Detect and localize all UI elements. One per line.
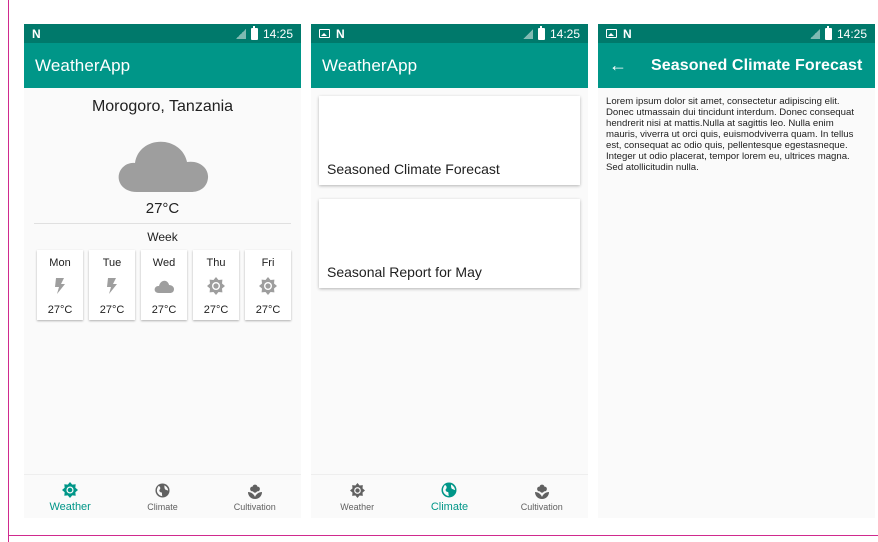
card-seasoned-climate-forecast[interactable]: Seasoned Climate Forecast	[319, 96, 580, 185]
nav-climate[interactable]: Climate	[116, 475, 208, 518]
nav-weather-label: Weather	[49, 500, 91, 513]
status-time: 14:25	[836, 26, 867, 41]
flower-icon	[534, 484, 549, 499]
city-name: Morogoro, Tanzania	[91, 98, 234, 115]
app-bar: WeatherApp	[24, 43, 301, 88]
divider	[34, 223, 291, 224]
image-notification-icon	[606, 29, 617, 38]
day-temperature: 27°C	[151, 304, 177, 316]
day-card-fri[interactable]: Fri 27°C	[245, 250, 291, 320]
battery-icon	[250, 25, 258, 40]
frame-border-left	[8, 0, 9, 542]
cloud-icon	[154, 280, 174, 293]
status-time: 14:25	[262, 26, 293, 41]
app-bar: WeatherApp	[311, 43, 588, 88]
nav-cultivation[interactable]: Cultivation	[496, 475, 588, 518]
signal-icon	[809, 28, 820, 39]
nav-climate-label: Climate	[430, 500, 469, 513]
day-card-wed[interactable]: Wed 27°C	[141, 250, 187, 320]
battery-icon	[537, 25, 545, 40]
bottom-navigation: Weather Climate Cultivation	[24, 474, 301, 518]
lightning-icon	[55, 278, 65, 294]
day-card-thu[interactable]: Thu 27°C	[193, 250, 239, 320]
app-title: WeatherApp	[35, 55, 131, 75]
nav-climate-label: Climate	[147, 501, 178, 512]
globe-icon	[441, 482, 457, 497]
back-arrow-icon[interactable]: ←	[609, 55, 639, 76]
status-time: 14:25	[549, 26, 580, 41]
forecast-body-text: Lorem ipsum dolor sit amet, consectetur …	[606, 96, 854, 173]
card-title: Seasoned Climate Forecast	[327, 161, 500, 177]
app-title: WeatherApp	[322, 55, 418, 75]
day-name: Tue	[102, 257, 122, 269]
notification-n-icon: N	[623, 26, 632, 41]
nav-cultivation[interactable]: Cultivation	[209, 475, 301, 518]
sun-icon	[349, 483, 365, 498]
sun-icon	[62, 481, 79, 498]
status-bar: N 14:25	[598, 24, 875, 43]
battery-icon	[824, 25, 832, 40]
notification-n-icon: N	[336, 26, 345, 41]
status-bar: N 14:25	[24, 24, 301, 43]
current-temperature: 27°C	[145, 200, 180, 217]
signal-icon	[235, 28, 246, 39]
card-seasonal-report-may[interactable]: Seasonal Report for May	[319, 199, 580, 288]
forecast-detail-screen: N 14:25 ← Seasoned Climate Forecast Lore…	[598, 24, 875, 518]
sun-icon	[259, 277, 277, 295]
lightning-icon	[107, 278, 117, 294]
app-bar: ← Seasoned Climate Forecast	[598, 43, 875, 88]
status-bar: N 14:25	[311, 24, 588, 43]
frame-border-bottom	[8, 535, 878, 536]
week-label: Week	[147, 230, 178, 244]
day-temperature: 27°C	[203, 304, 229, 316]
image-notification-icon	[319, 29, 330, 38]
card-title: Seasonal Report for May	[327, 264, 482, 280]
sun-icon	[207, 277, 225, 295]
nav-cultivation-label: Cultivation	[520, 501, 563, 512]
detail-title: Seasoned Climate Forecast	[651, 56, 863, 74]
nav-climate[interactable]: Climate	[403, 475, 495, 518]
cloud-icon	[118, 141, 208, 192]
notification-n-icon: N	[32, 26, 41, 41]
day-name: Thu	[206, 257, 226, 269]
day-temperature: 27°C	[255, 304, 281, 316]
day-temperature: 27°C	[99, 304, 125, 316]
globe-icon	[155, 483, 170, 498]
signal-icon	[522, 28, 533, 39]
nav-weather[interactable]: Weather	[311, 475, 403, 518]
climate-screen: N 14:25 WeatherApp Seasoned Climate Fore…	[311, 24, 588, 518]
day-name: Fri	[261, 257, 275, 269]
day-name: Mon	[49, 257, 71, 269]
day-temperature: 27°C	[47, 304, 73, 316]
day-card-tue[interactable]: Tue 27°C	[89, 250, 135, 320]
nav-weather[interactable]: Weather	[24, 475, 116, 518]
day-card-mon[interactable]: Mon 27°C	[37, 250, 83, 320]
day-name: Wed	[152, 257, 176, 269]
bottom-navigation: Weather Climate Cultivation	[311, 474, 588, 518]
weather-screen: N 14:25 WeatherApp Morogoro, Tanzania 27…	[24, 24, 301, 518]
week-forecast: Mon 27°C Tue 27°C Wed 27°C Thu 27°C Fri …	[37, 250, 301, 320]
nav-cultivation-label: Cultivation	[233, 501, 276, 512]
nav-weather-label: Weather	[340, 501, 375, 512]
flower-icon	[247, 484, 262, 499]
